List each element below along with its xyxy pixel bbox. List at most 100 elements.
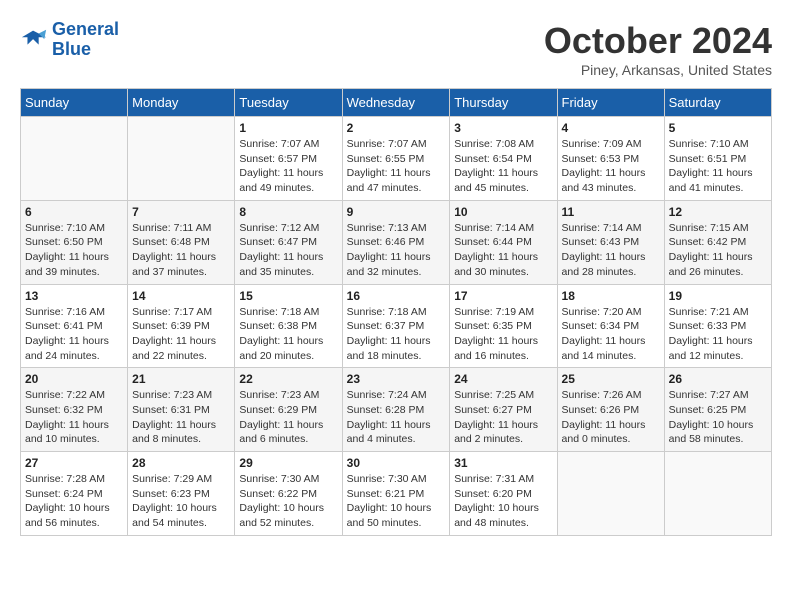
cell-info: Sunrise: 7:13 AMSunset: 6:46 PMDaylight:… [347, 221, 446, 280]
cell-date: 20 [25, 372, 123, 386]
calendar-cell: 10 Sunrise: 7:14 AMSunset: 6:44 PMDayligh… [450, 200, 557, 284]
week-row-4: 20 Sunrise: 7:22 AMSunset: 6:32 PMDayligh… [21, 368, 772, 452]
cell-date: 10 [454, 205, 552, 219]
calendar-cell: 12 Sunrise: 7:15 AMSunset: 6:42 PMDayligh… [664, 200, 771, 284]
week-row-1: 1 Sunrise: 7:07 AMSunset: 6:57 PMDaylight… [21, 117, 772, 201]
calendar-cell: 24Sunrise: 7:25 AMSunset: 6:27 PMDayligh… [450, 368, 557, 452]
calendar-cell: 28Sunrise: 7:29 AMSunset: 6:23 PMDayligh… [128, 452, 235, 536]
day-header-friday: Friday [557, 89, 664, 117]
calendar-cell: 18 Sunrise: 7:20 AMSunset: 6:34 PMDayligh… [557, 284, 664, 368]
cell-info: Sunrise: 7:30 AMSunset: 6:21 PMDaylight:… [347, 472, 446, 531]
cell-info: Sunrise: 7:28 AMSunset: 6:24 PMDaylight:… [25, 472, 123, 531]
calendar-cell: 3 Sunrise: 7:08 AMSunset: 6:54 PMDaylight… [450, 117, 557, 201]
cell-date: 23 [347, 372, 446, 386]
cell-date: 17 [454, 289, 552, 303]
calendar-cell: 30 Sunrise: 7:30 AMSunset: 6:21 PMDayligh… [342, 452, 450, 536]
cell-date: 3 [454, 121, 552, 135]
cell-date: 1 [239, 121, 337, 135]
calendar-cell: 21 Sunrise: 7:23 AMSunset: 6:31 PMDayligh… [128, 368, 235, 452]
cell-date: 14 [132, 289, 230, 303]
calendar-cell: 16Sunrise: 7:18 AMSunset: 6:37 PMDayligh… [342, 284, 450, 368]
cell-info: Sunrise: 7:30 AMSunset: 6:22 PMDaylight:… [239, 472, 337, 531]
cell-info: Sunrise: 7:23 AMSunset: 6:31 PMDaylight:… [132, 388, 230, 447]
cell-date: 30 [347, 456, 446, 470]
cell-date: 31 [454, 456, 552, 470]
calendar-cell: 31 Sunrise: 7:31 AMSunset: 6:20 PMDayligh… [450, 452, 557, 536]
calendar-cell: 29 Sunrise: 7:30 AMSunset: 6:22 PMDayligh… [235, 452, 342, 536]
calendar-table: SundayMondayTuesdayWednesdayThursdayFrid… [20, 88, 772, 536]
cell-date: 18 [562, 289, 660, 303]
month-title: October 2024 [544, 20, 772, 62]
cell-date: 7 [132, 205, 230, 219]
week-row-2: 6 Sunrise: 7:10 AMSunset: 6:50 PMDaylight… [21, 200, 772, 284]
cell-date: 13 [25, 289, 123, 303]
cell-date: 19 [669, 289, 767, 303]
cell-info: Sunrise: 7:11 AMSunset: 6:48 PMDaylight:… [132, 221, 230, 280]
cell-info: Sunrise: 7:12 AMSunset: 6:47 PMDaylight:… [239, 221, 337, 280]
cell-date: 12 [669, 205, 767, 219]
calendar-cell: 7 Sunrise: 7:11 AMSunset: 6:48 PMDaylight… [128, 200, 235, 284]
calendar-cell: 20 Sunrise: 7:22 AMSunset: 6:32 PMDayligh… [21, 368, 128, 452]
cell-date: 29 [239, 456, 337, 470]
cell-date: 8 [239, 205, 337, 219]
week-row-5: 27 Sunrise: 7:28 AMSunset: 6:24 PMDayligh… [21, 452, 772, 536]
cell-info: Sunrise: 7:09 AMSunset: 6:53 PMDaylight:… [562, 137, 660, 196]
cell-date: 6 [25, 205, 123, 219]
cell-info: Sunrise: 7:07 AMSunset: 6:55 PMDaylight:… [347, 137, 446, 196]
cell-date: 15 [239, 289, 337, 303]
calendar-cell: 19 Sunrise: 7:21 AMSunset: 6:33 PMDayligh… [664, 284, 771, 368]
cell-info: Sunrise: 7:25 AMSunset: 6:27 PMDaylight:… [454, 388, 552, 447]
calendar-cell: 14Sunrise: 7:17 AMSunset: 6:39 PMDayligh… [128, 284, 235, 368]
cell-info: Sunrise: 7:07 AMSunset: 6:57 PMDaylight:… [239, 137, 337, 196]
cell-date: 22 [239, 372, 337, 386]
location: Piney, Arkansas, United States [544, 62, 772, 78]
calendar-cell [557, 452, 664, 536]
calendar-cell: 23 Sunrise: 7:24 AMSunset: 6:28 PMDayligh… [342, 368, 450, 452]
day-header-sunday: Sunday [21, 89, 128, 117]
calendar-cell: 9Sunrise: 7:13 AMSunset: 6:46 PMDaylight… [342, 200, 450, 284]
calendar-cell: 27 Sunrise: 7:28 AMSunset: 6:24 PMDayligh… [21, 452, 128, 536]
day-header-saturday: Saturday [664, 89, 771, 117]
cell-info: Sunrise: 7:27 AMSunset: 6:25 PMDaylight:… [669, 388, 767, 447]
cell-date: 2 [347, 121, 446, 135]
cell-info: Sunrise: 7:24 AMSunset: 6:28 PMDaylight:… [347, 388, 446, 447]
day-header-tuesday: Tuesday [235, 89, 342, 117]
cell-info: Sunrise: 7:14 AMSunset: 6:44 PMDaylight:… [454, 221, 552, 280]
cell-info: Sunrise: 7:10 AMSunset: 6:50 PMDaylight:… [25, 221, 123, 280]
cell-info: Sunrise: 7:22 AMSunset: 6:32 PMDaylight:… [25, 388, 123, 447]
calendar-cell: 5Sunrise: 7:10 AMSunset: 6:51 PMDaylight… [664, 117, 771, 201]
cell-date: 27 [25, 456, 123, 470]
calendar-cell: 4Sunrise: 7:09 AMSunset: 6:53 PMDaylight… [557, 117, 664, 201]
logo: General Blue [20, 20, 119, 60]
calendar-cell [664, 452, 771, 536]
header-row: SundayMondayTuesdayWednesdayThursdayFrid… [21, 89, 772, 117]
cell-date: 26 [669, 372, 767, 386]
cell-date: 11 [562, 205, 660, 219]
cell-info: Sunrise: 7:14 AMSunset: 6:43 PMDaylight:… [562, 221, 660, 280]
title-block: October 2024 Piney, Arkansas, United Sta… [544, 20, 772, 78]
week-row-3: 13Sunrise: 7:16 AMSunset: 6:41 PMDayligh… [21, 284, 772, 368]
day-header-monday: Monday [128, 89, 235, 117]
cell-info: Sunrise: 7:26 AMSunset: 6:26 PMDaylight:… [562, 388, 660, 447]
logo-icon [20, 26, 48, 54]
calendar-cell: 2 Sunrise: 7:07 AMSunset: 6:55 PMDaylight… [342, 117, 450, 201]
cell-info: Sunrise: 7:08 AMSunset: 6:54 PMDaylight:… [454, 137, 552, 196]
calendar-cell: 8 Sunrise: 7:12 AMSunset: 6:47 PMDaylight… [235, 200, 342, 284]
calendar-cell: 25 Sunrise: 7:26 AMSunset: 6:26 PMDayligh… [557, 368, 664, 452]
day-header-thursday: Thursday [450, 89, 557, 117]
calendar-cell: 13Sunrise: 7:16 AMSunset: 6:41 PMDayligh… [21, 284, 128, 368]
cell-date: 21 [132, 372, 230, 386]
calendar-cell: 26 Sunrise: 7:27 AMSunset: 6:25 PMDayligh… [664, 368, 771, 452]
calendar-cell: 15Sunrise: 7:18 AMSunset: 6:38 PMDayligh… [235, 284, 342, 368]
cell-info: Sunrise: 7:23 AMSunset: 6:29 PMDaylight:… [239, 388, 337, 447]
calendar-cell: 17Sunrise: 7:19 AMSunset: 6:35 PMDayligh… [450, 284, 557, 368]
cell-info: Sunrise: 7:18 AMSunset: 6:37 PMDaylight:… [347, 305, 446, 364]
cell-info: Sunrise: 7:21 AMSunset: 6:33 PMDaylight:… [669, 305, 767, 364]
cell-info: Sunrise: 7:31 AMSunset: 6:20 PMDaylight:… [454, 472, 552, 531]
logo-text: General Blue [52, 20, 119, 60]
cell-date: 5 [669, 121, 767, 135]
cell-info: Sunrise: 7:20 AMSunset: 6:34 PMDaylight:… [562, 305, 660, 364]
cell-date: 25 [562, 372, 660, 386]
cell-info: Sunrise: 7:15 AMSunset: 6:42 PMDaylight:… [669, 221, 767, 280]
calendar-cell [128, 117, 235, 201]
